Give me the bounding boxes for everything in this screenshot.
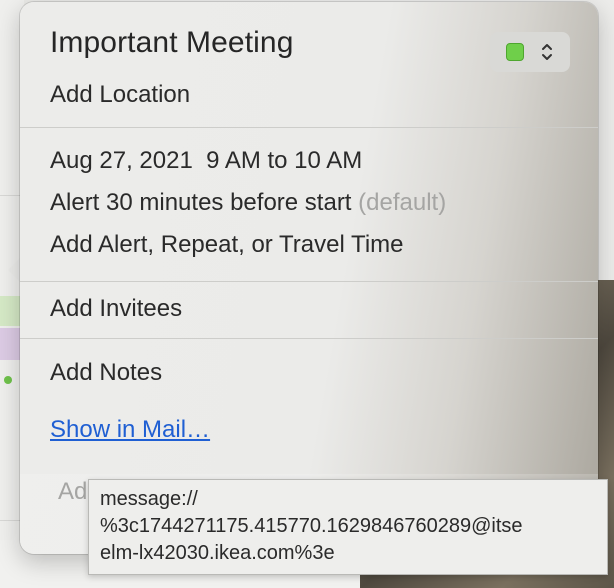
tooltip-line: message:// bbox=[100, 488, 198, 510]
show-in-mail-link[interactable]: Show in Mail… bbox=[50, 416, 210, 444]
invitees-field[interactable]: Add Invitees bbox=[50, 295, 182, 323]
tooltip-line: %3c1744271175.415770.1629846760289@itse bbox=[100, 515, 523, 537]
calendar-event-block-green[interactable] bbox=[0, 296, 20, 326]
add-alert-repeat-travel-field[interactable]: Add Alert, Repeat, or Travel Time bbox=[50, 231, 404, 259]
calendar-color-swatch bbox=[506, 43, 524, 61]
alert-text: Alert 30 minutes before start bbox=[50, 189, 352, 216]
location-field[interactable]: Add Location bbox=[50, 81, 190, 109]
event-time: 9 AM to 10 AM bbox=[206, 147, 363, 174]
divider bbox=[20, 127, 598, 128]
popover-arrow bbox=[8, 258, 20, 282]
alert-default-label: (default) bbox=[358, 189, 447, 216]
calendar-event-block-purple[interactable] bbox=[0, 328, 20, 360]
event-date: Aug 27, 2021 bbox=[50, 147, 193, 174]
alert-row[interactable]: Alert 30 minutes before start (default) bbox=[50, 189, 446, 217]
calendar-event-dot bbox=[4, 376, 12, 384]
tooltip-line: elm-lx42030.ikea.com%3e bbox=[100, 542, 335, 564]
url-tooltip: message:// %3c1744271175.415770.16298467… bbox=[88, 479, 608, 575]
event-title[interactable]: Important Meeting bbox=[50, 26, 294, 60]
divider bbox=[20, 338, 598, 339]
calendar-color-picker[interactable] bbox=[490, 32, 570, 72]
divider bbox=[20, 281, 598, 282]
chevron-up-down-icon bbox=[540, 41, 554, 63]
event-popover: Important Meeting Add Location Aug 27, 2… bbox=[20, 2, 598, 554]
event-datetime[interactable]: Aug 27, 2021 9 AM to 10 AM bbox=[50, 147, 362, 175]
add-url-or-attachment-field[interactable]: Ad bbox=[58, 478, 87, 506]
notes-field[interactable]: Add Notes bbox=[50, 359, 162, 387]
